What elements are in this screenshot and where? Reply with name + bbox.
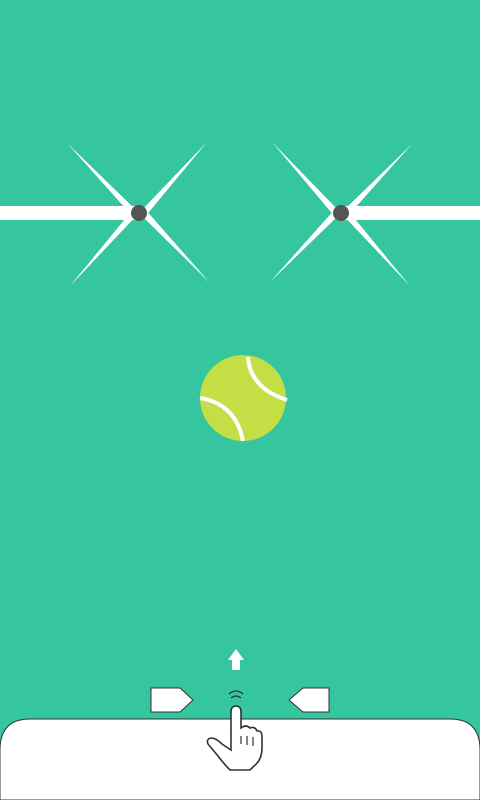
spinner-right-bar xyxy=(341,206,480,220)
game-canvas[interactable] xyxy=(0,0,480,800)
spinner-left-pivot xyxy=(131,205,147,221)
spinner-left-bar xyxy=(0,206,139,220)
spinner-right-pivot xyxy=(333,205,349,221)
tennis-ball-body xyxy=(200,355,286,441)
game-screen[interactable] xyxy=(0,0,480,800)
